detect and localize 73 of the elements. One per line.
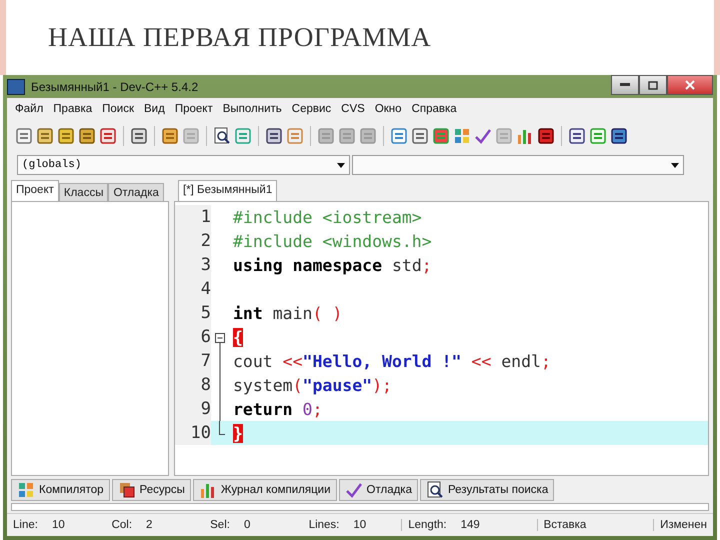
slide-title: НАША ПЕРВАЯ ПРОГРАММА [48, 22, 432, 53]
maximize-button[interactable] [639, 75, 667, 95]
dropdown[interactable] [352, 155, 684, 175]
status-value: 149 [460, 519, 480, 531]
menu-item[interactable]: Проект [170, 101, 217, 117]
status-label: Lines: [308, 519, 340, 531]
minimize-button[interactable] [611, 75, 639, 95]
find-icon[interactable] [213, 127, 231, 145]
status-label: Line: [13, 519, 38, 531]
menu-item[interactable]: Справка [408, 101, 461, 117]
status-value: 10 [353, 519, 366, 531]
status-value: Изменен [660, 519, 708, 531]
line-number: 5 [175, 301, 211, 325]
status-label: Col: [112, 519, 132, 531]
output-tab[interactable]: Отладка [338, 479, 418, 501]
grid-icon[interactable] [453, 127, 471, 145]
close-icon [685, 80, 695, 90]
layers-icon[interactable] [118, 481, 136, 499]
line-number: 8 [175, 373, 211, 397]
menu-item[interactable]: Поиск [98, 101, 138, 117]
grid-icon[interactable] [17, 481, 35, 499]
line-number: 7 [175, 349, 211, 373]
app-icon [7, 78, 25, 94]
code-line: system("pause"); [232, 376, 392, 394]
window-title: Безымянный1 - Dev-C++ 5.4.2 [31, 80, 198, 94]
status-value: 0 [244, 519, 250, 531]
line-number: 3 [175, 253, 211, 277]
output-tab[interactable]: Результаты поиска [420, 479, 554, 501]
horizontal-scrollbar[interactable] [11, 503, 709, 511]
line-number: 6 [175, 325, 211, 349]
status-value: 10 [52, 519, 65, 531]
panel-tab[interactable]: Проект [11, 180, 59, 201]
menu-item[interactable]: Сервис [288, 101, 336, 117]
menu-item[interactable]: Выполнить [218, 101, 286, 117]
check-icon[interactable] [344, 481, 363, 499]
code-line: int main( ) [232, 304, 342, 322]
menu-item[interactable]: Файл [11, 101, 48, 117]
minimize-icon [620, 83, 630, 87]
chart-icon[interactable] [516, 127, 534, 145]
line-number: 2 [175, 229, 211, 253]
output-tab[interactable]: Компилятор [11, 479, 110, 501]
caret-icon [337, 162, 345, 168]
line-number: 1 [175, 205, 211, 229]
maximize-icon [648, 80, 658, 90]
menu-item[interactable]: CVS [337, 101, 369, 117]
line-number: 9 [175, 397, 211, 421]
code-line: #include <iostream> [232, 208, 422, 226]
code-line: using namespace std; [232, 256, 432, 274]
menu-item[interactable]: Правка [49, 101, 96, 117]
fold-end-icon [219, 421, 225, 435]
panel-tab[interactable]: Отладка [108, 183, 164, 201]
menu-item[interactable]: Окно [370, 101, 406, 117]
dropdown[interactable]: (globals) [17, 155, 350, 175]
status-label: Sel: [210, 519, 230, 531]
status-label: Length: [408, 519, 447, 531]
line-number: 10 [175, 421, 211, 445]
find-icon[interactable] [426, 481, 444, 499]
line-number: 4 [175, 277, 211, 301]
fold-toggle-icon[interactable] [215, 333, 225, 349]
output-tab[interactable]: Ресурсы [112, 479, 191, 501]
code-line: #include <windows.h> [232, 232, 432, 250]
status-value: 2 [146, 519, 152, 531]
output-tab[interactable]: Журнал компиляции [192, 479, 337, 501]
caret-icon [671, 162, 679, 168]
file-tab[interactable]: [*] Безымянный1 [178, 180, 278, 201]
menu-item[interactable]: Вид [140, 101, 169, 117]
code-line: return 0; [232, 400, 322, 418]
close-button[interactable] [667, 75, 713, 95]
panel-tab[interactable]: Классы [58, 183, 108, 201]
chart-icon[interactable] [198, 481, 217, 499]
check-icon[interactable] [474, 127, 492, 145]
code-line: cout <<"Hello, World !" << endl; [232, 352, 551, 370]
status-value: Вставка [544, 519, 586, 531]
